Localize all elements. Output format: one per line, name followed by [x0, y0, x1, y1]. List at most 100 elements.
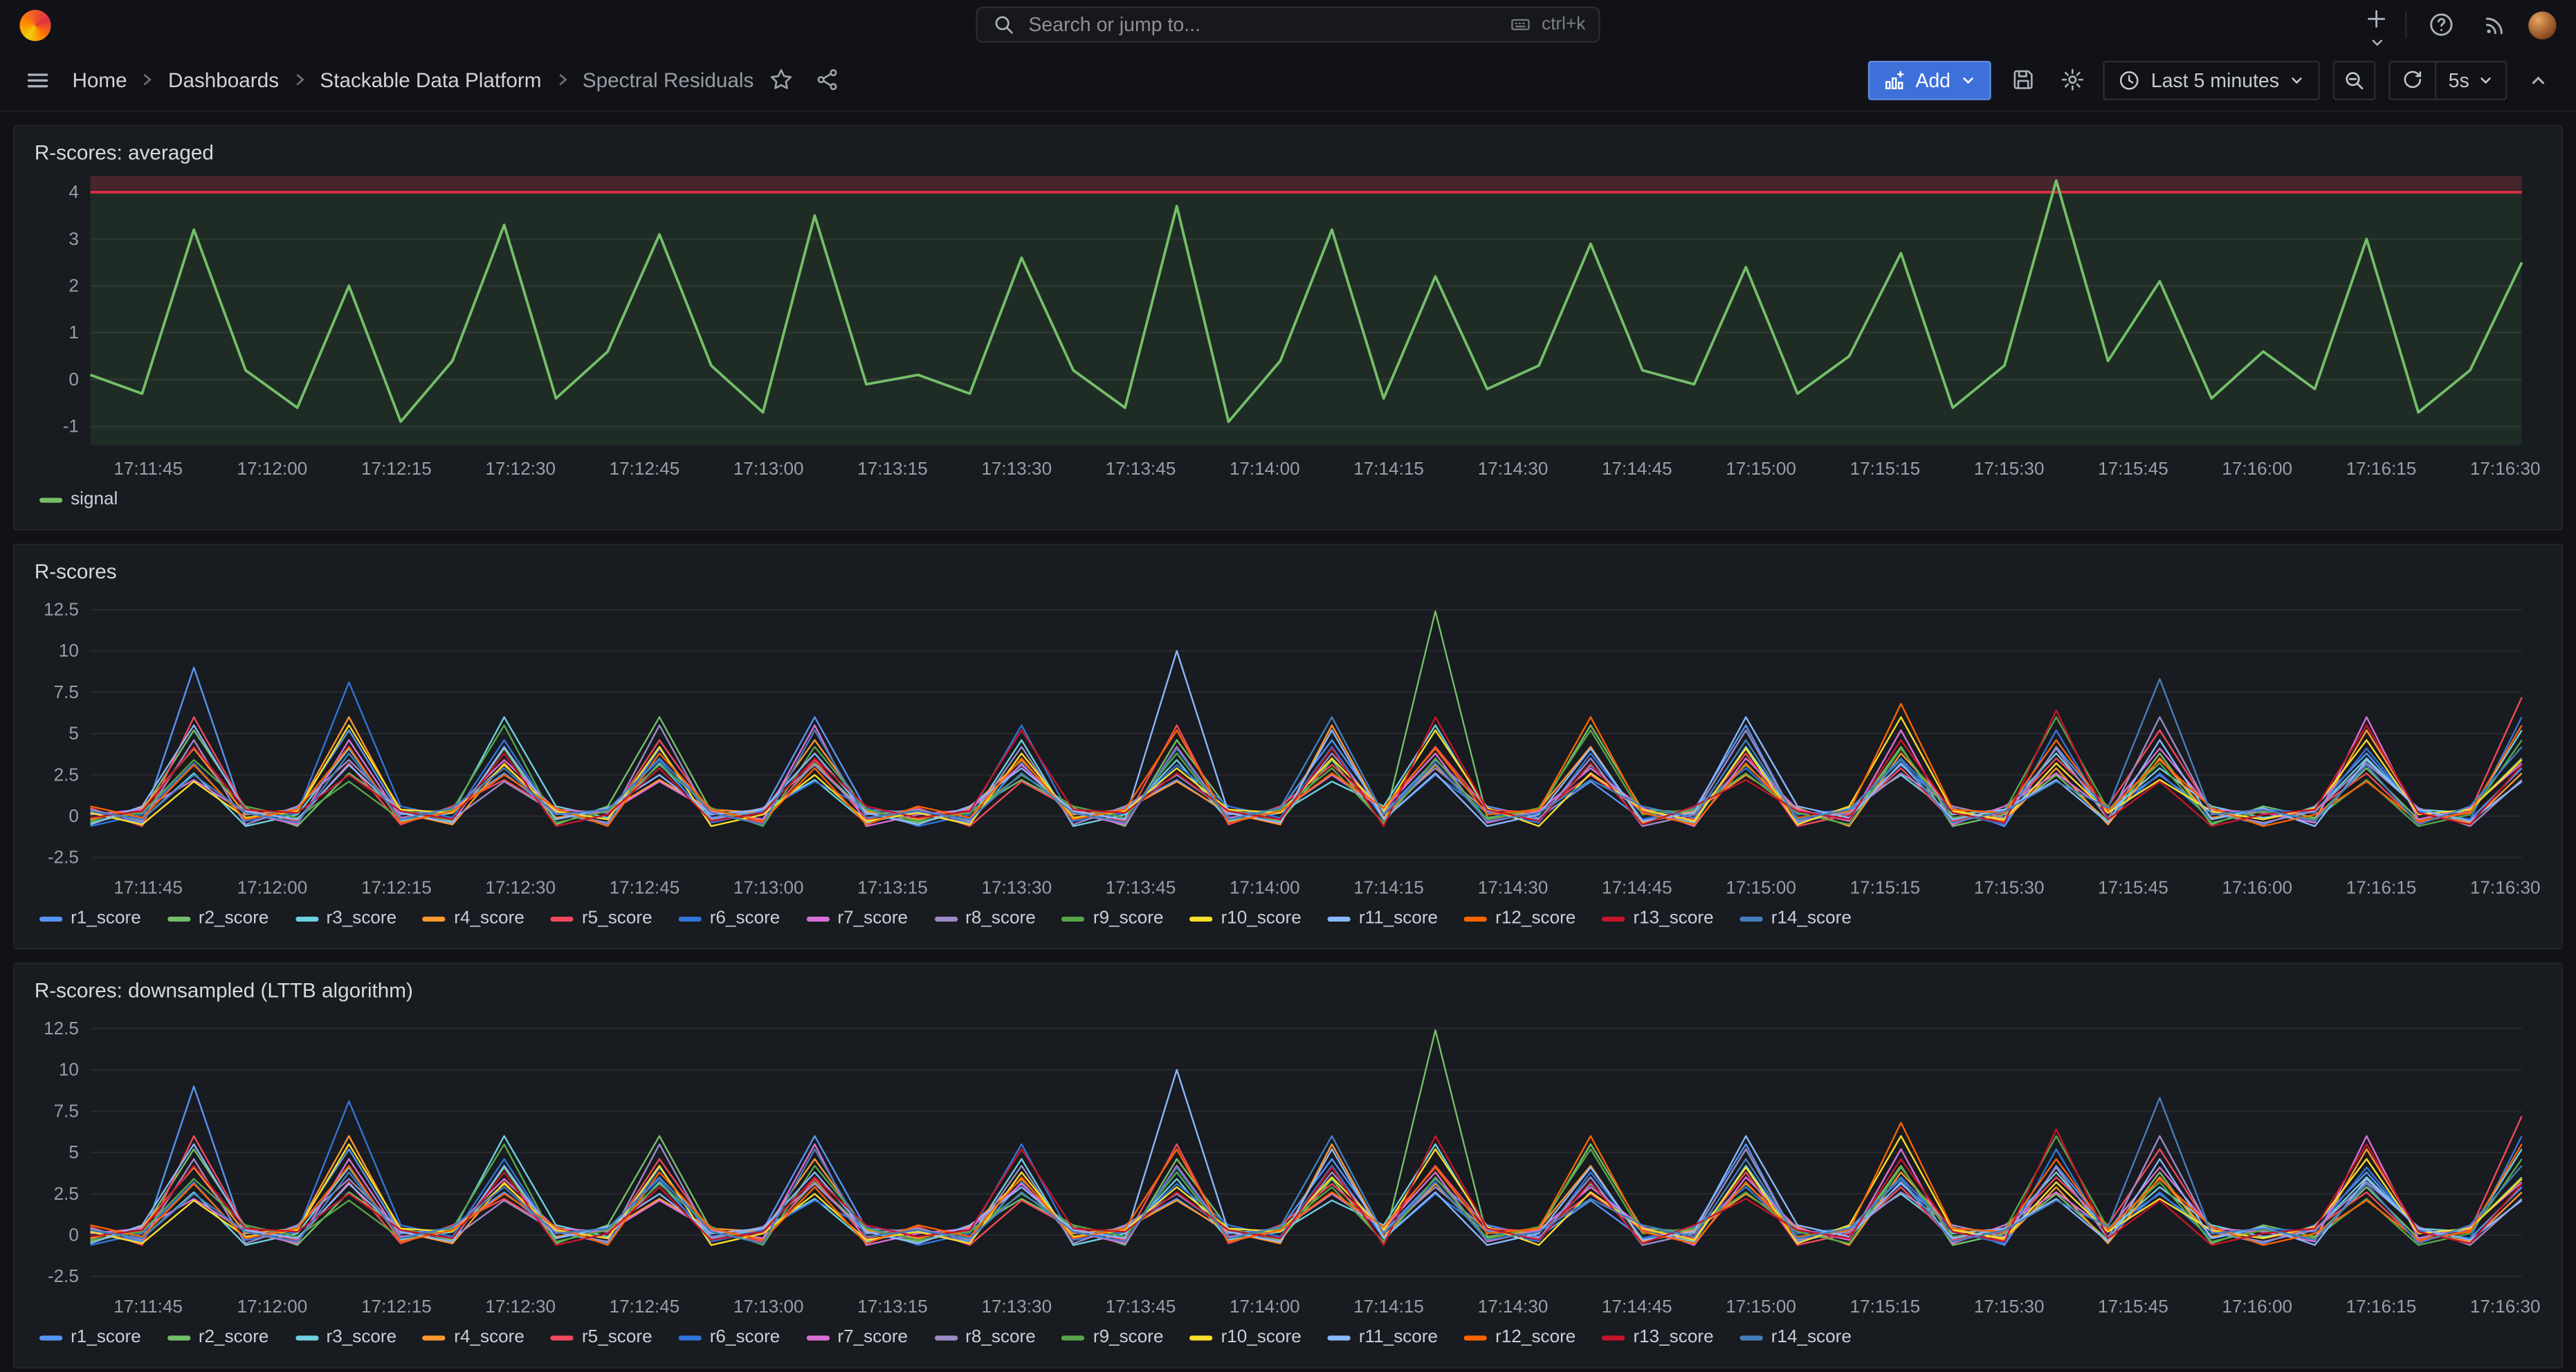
x-axis-label: 17:15:45 [2098, 458, 2168, 479]
breadcrumb-dashboards[interactable]: Dashboards [168, 68, 279, 91]
new-item-button[interactable] [2364, 6, 2389, 42]
save-dashboard-button[interactable] [2004, 62, 2040, 98]
top-nav: ctrl+k [0, 0, 2576, 49]
panel-title[interactable]: R-scores [35, 554, 2541, 588]
legend-item-r1_score[interactable]: r1_score [39, 908, 141, 928]
x-axis-label: 17:13:45 [1106, 877, 1176, 898]
legend-label: r7_score [837, 1328, 908, 1347]
legend-item-r2_score[interactable]: r2_score [167, 908, 269, 928]
timeseries-chart[interactable]: 12.5107.552.50-2.517:11:4517:12:0017:12:… [35, 588, 2541, 900]
chart-svg[interactable]: 12.5107.552.50-2.517:11:4517:12:0017:12:… [35, 1007, 2545, 1319]
x-axis-label: 17:12:30 [485, 877, 556, 898]
chart-svg[interactable]: 12.5107.552.50-2.517:11:4517:12:0017:12:… [35, 588, 2545, 900]
search-box[interactable]: ctrl+k [976, 6, 1600, 42]
x-axis-label: 17:14:15 [1353, 458, 1424, 479]
legend-item-signal[interactable]: signal [39, 490, 118, 509]
legend-item-r13_score[interactable]: r13_score [1602, 908, 1713, 928]
legend-item-r11_score[interactable]: r11_score [1328, 1328, 1438, 1347]
legend-marker [679, 1335, 702, 1339]
dashboard-settings-button[interactable] [2054, 62, 2090, 98]
y-axis-label: 0 [68, 805, 79, 826]
legend-marker [1062, 916, 1085, 921]
grafana-logo[interactable] [19, 9, 51, 40]
refresh-button[interactable] [2391, 62, 2435, 98]
favorite-button[interactable] [764, 62, 800, 98]
legend-item-r8_score[interactable]: r8_score [934, 1328, 1036, 1347]
legend-item-r14_score[interactable]: r14_score [1740, 908, 1852, 928]
legend-marker [1328, 916, 1351, 921]
chevron-down-icon [2478, 71, 2494, 88]
news-button[interactable] [2476, 6, 2512, 42]
legend-item-r7_score[interactable]: r7_score [806, 1328, 908, 1347]
legend-item-r5_score[interactable]: r5_score [551, 908, 652, 928]
legend-marker [1602, 1335, 1625, 1339]
legend-item-r6_score[interactable]: r6_score [679, 908, 780, 928]
zoom-out-time-button[interactable] [2333, 60, 2376, 100]
legend-label: r1_score [71, 1328, 141, 1347]
legend-marker [1740, 1335, 1763, 1339]
y-axis-label: 10 [59, 1059, 79, 1080]
legend-item-r2_score[interactable]: r2_score [167, 1328, 269, 1347]
legend-marker [551, 916, 574, 921]
legend-item-r9_score[interactable]: r9_score [1062, 908, 1164, 928]
x-axis-label: 17:16:15 [2346, 458, 2417, 479]
legend-item-r10_score[interactable]: r10_score [1189, 1328, 1301, 1347]
legend-marker [39, 497, 62, 502]
legend-item-r5_score[interactable]: r5_score [551, 1328, 652, 1347]
panel-title[interactable]: R-scores: downsampled (LTTB algorithm) [35, 973, 2541, 1007]
x-axis-label: 17:15:15 [1850, 458, 1921, 479]
legend-item-r13_score[interactable]: r13_score [1602, 1328, 1713, 1347]
breadcrumb-home[interactable]: Home [72, 68, 127, 91]
x-axis-label: 17:12:30 [485, 458, 556, 479]
x-axis-label: 17:13:15 [857, 1296, 928, 1317]
shortcut-label: ctrl+k [1542, 15, 1585, 34]
legend-item-r14_score[interactable]: r14_score [1740, 1328, 1852, 1347]
legend-label: r9_score [1093, 908, 1164, 928]
chevron-up-icon [2528, 70, 2548, 89]
refresh-icon [2402, 69, 2424, 91]
time-range-picker[interactable]: Last 5 minutes [2103, 60, 2321, 100]
refresh-interval-dropdown[interactable]: 5s [2437, 62, 2505, 98]
legend-marker [934, 1335, 957, 1339]
legend-item-r8_score[interactable]: r8_score [934, 908, 1036, 928]
legend-item-r9_score[interactable]: r9_score [1062, 1328, 1164, 1347]
legend-label: r6_score [710, 908, 780, 928]
legend-item-r4_score[interactable]: r4_score [423, 1328, 524, 1347]
legend-item-r12_score[interactable]: r12_score [1464, 908, 1575, 928]
share-icon [815, 67, 840, 92]
help-button[interactable] [2423, 6, 2459, 42]
legend-label: r12_score [1495, 1328, 1575, 1347]
mega-menu-toggle[interactable] [19, 62, 55, 98]
help-icon [2428, 12, 2454, 38]
legend-item-r3_score[interactable]: r3_score [295, 908, 396, 928]
legend-item-r6_score[interactable]: r6_score [679, 1328, 780, 1347]
legend-item-r4_score[interactable]: r4_score [423, 908, 524, 928]
dashboard-grid: R-scores: averaged 43210-117:11:4517:12:… [0, 111, 2576, 1368]
x-axis-label: 17:16:30 [2470, 877, 2541, 898]
legend-item-r10_score[interactable]: r10_score [1189, 908, 1301, 928]
legend-marker [806, 916, 829, 921]
timeseries-chart[interactable]: 43210-117:11:4517:12:0017:12:1517:12:301… [35, 170, 2541, 482]
panel-title[interactable]: R-scores: averaged [35, 135, 2541, 170]
legend-marker [679, 916, 702, 921]
x-axis-label: 17:13:15 [857, 877, 928, 898]
legend-item-r7_score[interactable]: r7_score [806, 908, 908, 928]
legend-item-r3_score[interactable]: r3_score [295, 1328, 396, 1347]
legend-item-r12_score[interactable]: r12_score [1464, 1328, 1575, 1347]
legend-item-r11_score[interactable]: r11_score [1328, 908, 1438, 928]
chart-svg[interactable]: 43210-117:11:4517:12:0017:12:1517:12:301… [35, 170, 2545, 482]
keyboard-icon [1509, 15, 1534, 34]
search-input[interactable] [1028, 13, 1497, 36]
legend-item-r1_score[interactable]: r1_score [39, 1328, 141, 1347]
legend-label: r14_score [1771, 908, 1852, 928]
breadcrumb-current-dashboard[interactable]: Spectral Residuals [583, 68, 753, 91]
timeseries-chart[interactable]: 12.5107.552.50-2.517:11:4517:12:0017:12:… [35, 1007, 2541, 1319]
add-panel-button[interactable]: Add [1867, 60, 1991, 100]
grafana-app: ctrl+k Home Dashboards [0, 0, 2576, 1372]
legend-label: r10_score [1221, 1328, 1301, 1347]
collapse-toolbar-button[interactable] [2520, 62, 2556, 98]
clock-icon [2118, 68, 2141, 91]
breadcrumb-folder[interactable]: Stackable Data Platform [320, 68, 541, 91]
user-avatar[interactable] [2528, 10, 2556, 38]
share-button[interactable] [810, 62, 846, 98]
